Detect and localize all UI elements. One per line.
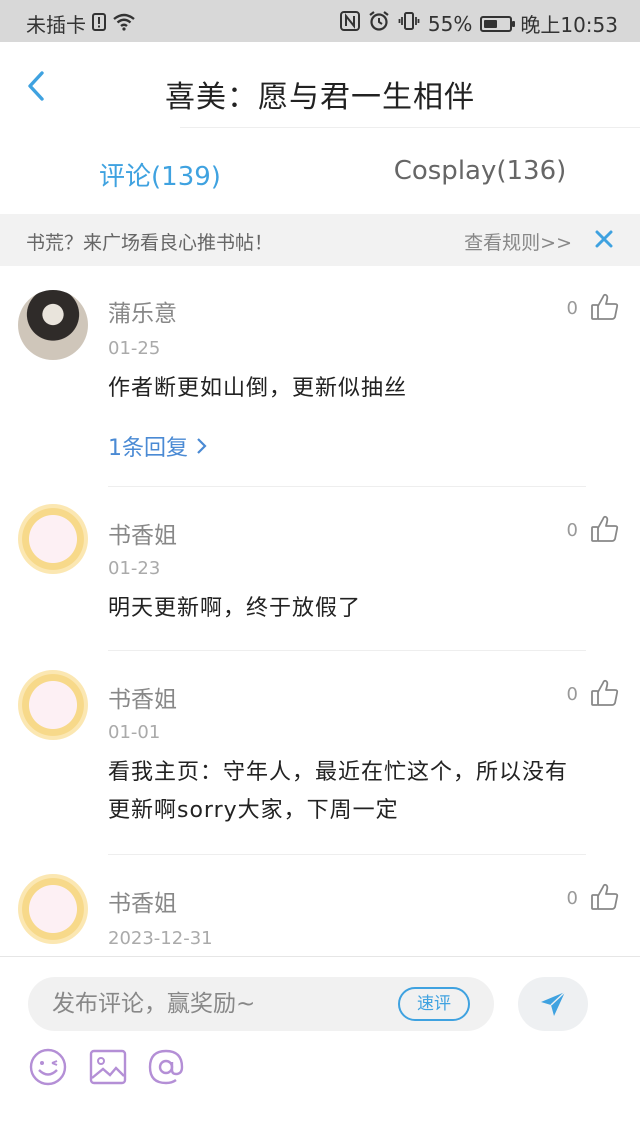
close-icon [595, 230, 613, 248]
page-title: 喜美：愿与君一生相伴 [165, 80, 475, 115]
commenter-name[interactable]: 书香姐 [108, 516, 177, 550]
comment-item: 蒲乐意 0 01-25 作者断更如山倒，更新似抽丝 1条回复 [0, 266, 640, 488]
clock: 晚上10:53 [520, 13, 618, 37]
emoji-icon[interactable] [28, 1047, 68, 1087]
avatar[interactable] [18, 874, 88, 944]
reply-count-label: 1条回复 [108, 436, 188, 461]
image-icon[interactable] [88, 1047, 128, 1087]
comment-item: 书香姐 0 2023-12-31 [0, 856, 640, 956]
battery-percent: 55% [427, 11, 473, 36]
comment-divider [108, 486, 586, 487]
alarm-icon [368, 10, 390, 37]
avatar[interactable] [18, 290, 88, 360]
comment-divider [108, 854, 586, 855]
battery-fill [484, 19, 498, 28]
comment-composer: 发布评论，赢奖励~ 速评 [0, 956, 640, 1138]
tab-cosplay[interactable]: Cosplay(136) [320, 128, 640, 214]
header: 喜美：愿与君一生相伴 [0, 42, 640, 128]
avatar[interactable] [18, 670, 88, 740]
status-left: 未插卡 [26, 9, 136, 38]
commenter-name[interactable]: 书香姐 [108, 884, 177, 918]
status-bar: 未插卡 55% 晚上10:53 [0, 0, 640, 42]
like-count: 0 [566, 298, 578, 319]
like-count: 0 [566, 684, 578, 705]
comment-date: 01-23 [108, 558, 161, 579]
comment-text-line: 看我主页：守年人，最近在忙这个，所以没有 [108, 760, 569, 785]
quick-review-button[interactable]: 速评 [398, 987, 470, 1021]
comment-divider [108, 650, 586, 651]
carrier-label: 未插卡 [26, 13, 86, 37]
view-rules-link[interactable]: 查看规则>> [464, 228, 572, 255]
thumbs-up-icon[interactable] [590, 292, 620, 322]
sim-alert-icon [92, 12, 106, 36]
comment-text-line: 更新啊sorry大家，下周一定 [108, 798, 399, 823]
comment-item: 书香姐 0 01-01 看我主页：守年人，最近在忙这个，所以没有 更新啊sorr… [0, 652, 640, 856]
comment-text: 明天更新啊，终于放假了 [108, 596, 362, 621]
comment-text: 作者断更如山倒，更新似抽丝 [108, 376, 408, 401]
send-button[interactable] [518, 977, 588, 1031]
tab-comments[interactable]: 评论(139) [0, 128, 320, 214]
like-count: 0 [566, 520, 578, 541]
nfc-icon [339, 11, 360, 36]
avatar[interactable] [18, 504, 88, 574]
notice-text: 书荒？来广场看良心推书帖！ [26, 232, 274, 254]
thumbs-up-icon[interactable] [590, 882, 620, 912]
status-right: 55% 晚上10:53 [339, 9, 618, 38]
thumbs-up-icon[interactable] [590, 514, 620, 544]
comment-text: 看我主页：守年人，最近在忙这个，所以没有 更新啊sorry大家，下周一定 [108, 754, 604, 830]
chevron-right-icon [197, 438, 207, 454]
tab-bar: 评论(139) Cosplay(136) [0, 128, 640, 214]
notice-banner: 书荒？来广场看良心推书帖！ 查看规则>> [0, 214, 640, 266]
send-icon [541, 991, 566, 1016]
comment-date: 2023-12-31 [108, 928, 213, 949]
close-notice-button[interactable] [590, 224, 618, 254]
thumbs-up-icon[interactable] [590, 678, 620, 708]
commenter-name[interactable]: 蒲乐意 [108, 294, 177, 328]
comment-item: 书香姐 0 01-23 明天更新啊，终于放假了 [0, 488, 640, 652]
vibrate-icon [398, 11, 420, 36]
mention-icon[interactable] [146, 1047, 186, 1087]
comment-date: 01-01 [108, 722, 161, 743]
comment-date: 01-25 [108, 338, 161, 359]
reply-count-link[interactable]: 1条回复 [108, 430, 207, 462]
wifi-icon [112, 12, 136, 36]
like-count: 0 [566, 888, 578, 909]
battery-icon [480, 15, 516, 32]
commenter-name[interactable]: 书香姐 [108, 680, 177, 714]
